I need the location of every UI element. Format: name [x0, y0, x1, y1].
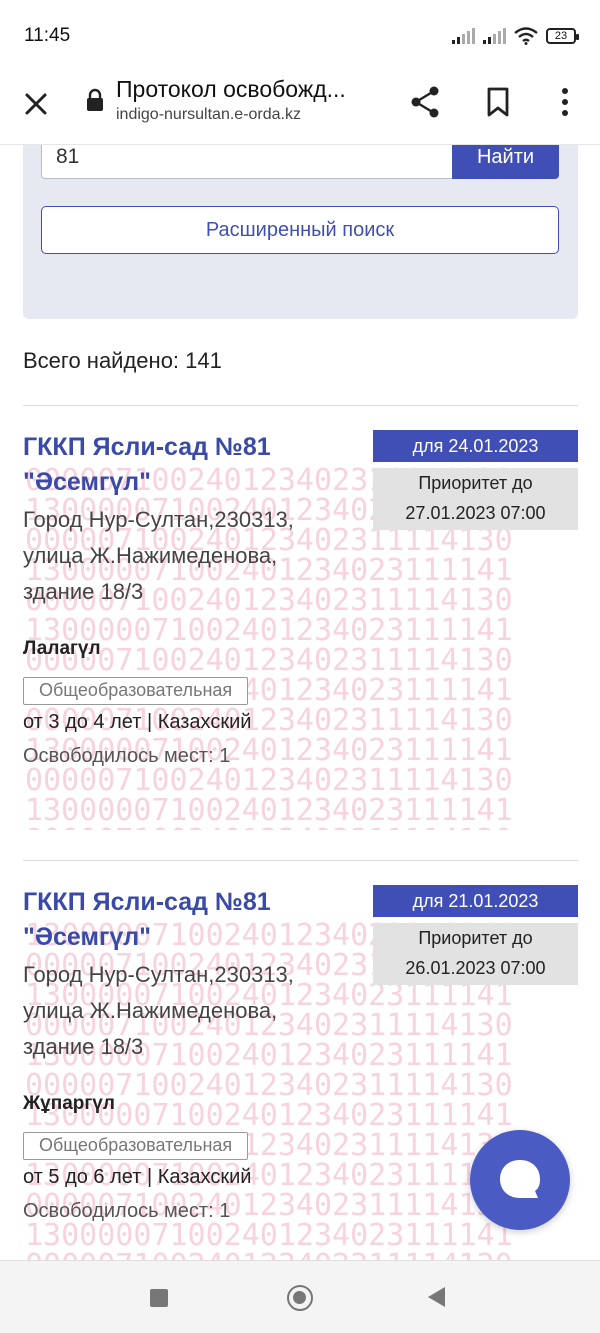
- wifi-icon: [514, 27, 538, 45]
- chat-button[interactable]: [470, 1130, 570, 1230]
- close-icon[interactable]: [18, 86, 54, 122]
- type-tag: Общеобразовательная: [23, 1132, 249, 1160]
- freed-places: Освободилось мест: 1: [23, 745, 231, 767]
- page-content: Найти Расширенный поиск Всего найдено: 1…: [0, 145, 600, 1260]
- status-icons: 23: [452, 27, 579, 45]
- search-panel: Найти Расширенный поиск: [23, 145, 578, 319]
- page-title[interactable]: Протокол освобожд...: [116, 76, 346, 103]
- back-icon[interactable]: [428, 1287, 445, 1307]
- date-badge: для 21.01.2023: [373, 885, 578, 917]
- signal-icon: [483, 28, 506, 44]
- type-tag: Общеобразовательная: [23, 677, 249, 705]
- freed-places: Освободилось мест: 1: [23, 1200, 231, 1222]
- chat-bubble-icon: [500, 1160, 540, 1198]
- result-card[interactable]: 000007100240123402311114130 1300000710024…: [0, 406, 600, 830]
- battery-icon: 23: [546, 28, 579, 44]
- recents-icon[interactable]: [150, 1289, 168, 1307]
- group-name: Жұпаргүл: [23, 1093, 115, 1114]
- priority-box: Приоритет до 27.01.2023 07:00: [373, 468, 578, 530]
- system-nav-bar: [0, 1260, 600, 1333]
- card-title[interactable]: ГККП Ясли-сад №81 "Әсемгүл": [23, 885, 353, 955]
- search-button[interactable]: Найти: [452, 145, 559, 179]
- priority-box: Приоритет до 26.01.2023 07:00: [373, 923, 578, 985]
- signal-icon: [452, 28, 475, 44]
- battery-level: 23: [554, 30, 568, 42]
- browser-toolbar: Протокол освобожд... indigo-nursultan.e-…: [0, 72, 600, 145]
- age-language: от 3 до 4 лет | Казахский: [23, 711, 252, 733]
- status-time: 11:45: [24, 25, 71, 46]
- card-address: Город Нур-Султан,230313, улица Ж.Нажимед…: [23, 507, 294, 604]
- status-bar: 11:45 23: [0, 0, 600, 72]
- advanced-search-button[interactable]: Расширенный поиск: [41, 206, 559, 254]
- card-address: Город Нур-Султан,230313, улица Ж.Нажимед…: [23, 962, 294, 1059]
- date-badge: для 24.01.2023: [373, 430, 578, 462]
- lock-icon: [87, 88, 103, 111]
- card-title[interactable]: ГККП Ясли-сад №81 "Әсемгүл": [23, 430, 353, 500]
- age-language: от 5 до 6 лет | Казахский: [23, 1166, 252, 1188]
- home-icon[interactable]: [287, 1285, 313, 1311]
- page-url[interactable]: indigo-nursultan.e-orda.kz: [116, 106, 301, 124]
- group-name: Лалагүл: [23, 638, 101, 659]
- share-icon[interactable]: [406, 82, 446, 122]
- results-total: Всего найдено: 141: [23, 348, 222, 373]
- bookmark-icon[interactable]: [480, 84, 516, 120]
- more-vert-icon[interactable]: [550, 82, 580, 122]
- search-input[interactable]: [41, 145, 453, 179]
